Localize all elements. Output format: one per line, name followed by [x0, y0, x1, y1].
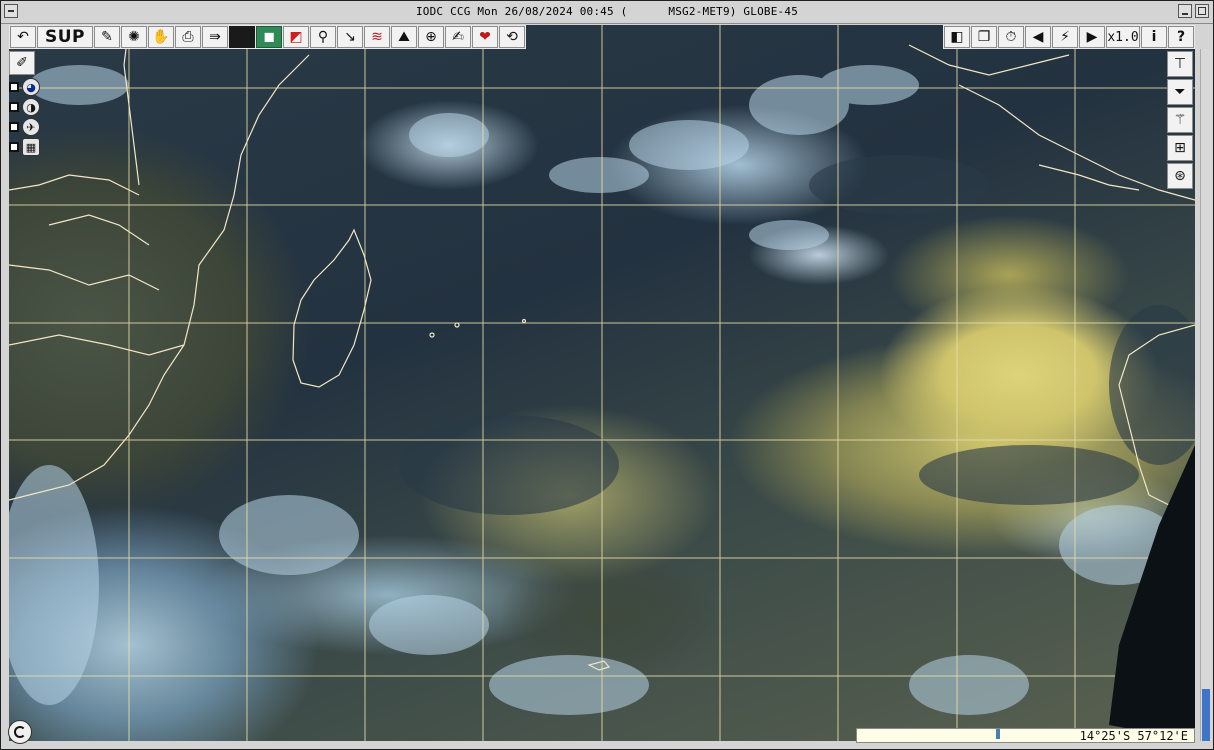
satellite-button[interactable]: ⚚: [1167, 107, 1193, 133]
satellite-icon: ⚚: [1173, 112, 1187, 128]
scrollbar-thumb[interactable]: [1202, 689, 1210, 741]
export-button[interactable]: ⇛: [202, 26, 228, 48]
funnel-button[interactable]: ⏷: [1167, 79, 1193, 105]
front-layer-icon: ◑: [22, 98, 40, 116]
cursor-coordinates: 14°25'S 57°12'E: [1079, 729, 1188, 743]
previous-icon: ◀: [1032, 29, 1044, 45]
movie-button[interactable]: ✺: [121, 26, 147, 48]
title-bar: IODC CCG Mon 26/08/2024 00:45 ( MSG2-MET…: [1, 1, 1213, 24]
layer-list: ◕ ◑ ✈ ▦: [9, 78, 49, 156]
notes-button[interactable]: ✐: [9, 51, 35, 75]
map-overlay: [9, 25, 1195, 741]
undo-button[interactable]: ↶: [10, 26, 36, 48]
contrast-button[interactable]: ◧: [944, 26, 970, 48]
print-button[interactable]: ⎙: [175, 26, 201, 48]
palette-icon: ⊛: [1174, 168, 1186, 184]
layer-row: ✈: [9, 118, 49, 136]
vertical-scrollbar[interactable]: [1200, 49, 1211, 741]
minimize-button[interactable]: [1178, 4, 1192, 18]
animation-button[interactable]: ⚡: [1052, 26, 1078, 48]
refresh-button[interactable]: [8, 720, 32, 744]
brush-button[interactable]: ❤: [472, 26, 498, 48]
pan-button[interactable]: ✋: [148, 26, 174, 48]
zoom-level-button[interactable]: x1.0: [1106, 26, 1140, 48]
rotate-button[interactable]: ⟲: [499, 26, 525, 48]
hand-icon: ✋: [152, 29, 170, 45]
app-window: IODC CCG Mon 26/08/2024 00:45 ( MSG2-MET…: [0, 0, 1214, 750]
hatch-layer-icon: ▦: [22, 138, 40, 156]
draw-icon: ✍: [452, 29, 464, 45]
text-tool-icon: ⊤: [1173, 56, 1187, 72]
rotate-icon: ⟲: [506, 29, 518, 45]
layers-button[interactable]: ❐: [971, 26, 997, 48]
window-title: IODC CCG Mon 26/08/2024 00:45 ( MSG2-MET…: [415, 5, 799, 18]
crosshair-button[interactable]: ⊕: [418, 26, 444, 48]
dark-patches: [399, 155, 1195, 515]
layers-icon: ❐: [977, 29, 991, 45]
layer-row: ◕: [9, 78, 49, 96]
crosshair-icon: ⊕: [425, 29, 437, 45]
separator-block: [229, 26, 255, 48]
frame-icon: ◼: [263, 29, 275, 45]
next-frame-button[interactable]: ▶: [1079, 26, 1105, 48]
magnifier-icon: ⚲: [317, 29, 329, 45]
export-icon: ⇛: [209, 29, 221, 45]
sup-button[interactable]: SUP: [37, 26, 93, 48]
layer-row: ◑: [9, 98, 49, 116]
layer-row: ▦: [9, 138, 49, 156]
lat-lon-grid: [9, 25, 1195, 741]
previous-frame-button[interactable]: ◀: [1025, 26, 1051, 48]
layer-checkbox[interactable]: [9, 122, 19, 132]
cloud-patches: [9, 65, 1179, 715]
maximize-button[interactable]: [1195, 4, 1209, 18]
layer-checkbox[interactable]: [9, 102, 19, 112]
zoom-button[interactable]: ⚲: [310, 26, 336, 48]
camera-icon: ✺: [128, 29, 140, 45]
frame-toggle-button[interactable]: ◼: [256, 26, 282, 48]
notes-icon: ✐: [16, 55, 28, 71]
eraser-button[interactable]: ✎: [94, 26, 120, 48]
info-icon: i: [1151, 29, 1157, 45]
line-icon: ↘: [344, 29, 356, 45]
left-side-toolbar: ✐: [9, 51, 35, 75]
funnel-icon: ⏷: [1174, 84, 1186, 100]
line-tool-button[interactable]: ↘: [337, 26, 363, 48]
right-side-toolbar: ⊤ ⏷ ⚚ ⊞ ⊛: [1167, 51, 1193, 189]
brush-icon: ❤: [479, 29, 491, 45]
zoom-level-label: x1.0: [1107, 29, 1139, 45]
wind-layer-icon: ✈: [22, 118, 40, 136]
profile-icon: ≋: [371, 29, 383, 45]
view-toolbar: ◧ ❐ ⏱ ◀ ⚡ ▶ x1.0 i ?: [943, 25, 1195, 49]
timer-button[interactable]: ⏱: [998, 26, 1024, 48]
color-swap-icon: ◩: [289, 29, 303, 45]
main-toolbar: ↶ SUP ✎ ✺ ✋ ⎙ ⇛ ◼ ◩ ⚲ ↘ ≋ ⛰ ⊕ ✍ ❤ ⟲: [9, 25, 526, 49]
undo-icon: ↶: [17, 29, 29, 45]
color-swap-button[interactable]: ◩: [283, 26, 309, 48]
contrast-icon: ◧: [950, 29, 964, 45]
satellite-image-map[interactable]: [9, 25, 1195, 741]
text-tool-button[interactable]: ⊤: [1167, 51, 1193, 77]
running-figure-icon: ⚡: [1060, 29, 1070, 45]
profile-button[interactable]: ≋: [364, 26, 390, 48]
terrain-icon: ⛰: [398, 29, 410, 45]
help-button[interactable]: ?: [1168, 26, 1194, 48]
sup-label: SUP: [44, 27, 85, 47]
timer-icon: ⏱: [1005, 29, 1017, 45]
info-button[interactable]: i: [1141, 26, 1167, 48]
printer-icon: ⎙: [182, 29, 194, 45]
draw-button[interactable]: ✍: [445, 26, 471, 48]
help-icon: ?: [1176, 29, 1186, 45]
layer-checkbox[interactable]: [9, 142, 19, 152]
grid-icon: ⊞: [1174, 140, 1186, 156]
grid-button[interactable]: ⊞: [1167, 135, 1193, 161]
next-icon: ▶: [1086, 29, 1098, 45]
eraser-icon: ✎: [101, 29, 113, 45]
status-bar: 14°25'S 57°12'E: [856, 728, 1195, 743]
satellite-layer-icon: ◕: [22, 78, 40, 96]
palette-button[interactable]: ⊛: [1167, 163, 1193, 189]
layer-checkbox[interactable]: [9, 82, 19, 92]
status-marker: [996, 729, 1000, 739]
terrain-button[interactable]: ⛰: [391, 26, 417, 48]
